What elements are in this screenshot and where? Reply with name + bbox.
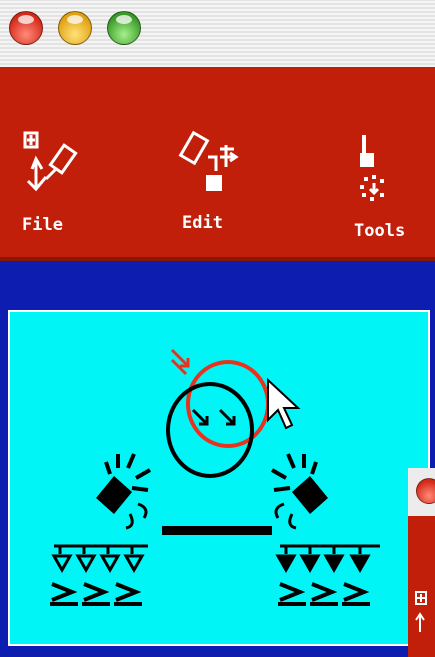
right-chevrons [278,582,370,606]
zoom-button[interactable] [107,11,141,45]
blue-band [0,261,435,305]
toolbar-label-file: File [22,215,63,235]
window-titlebar[interactable] [0,0,435,67]
close-button[interactable] [9,11,43,45]
toolbar-label-edit: Edit [182,213,223,233]
tools-icon [360,135,384,201]
left-hand-icon [96,453,151,530]
black-node-circle [166,382,254,478]
right-hand-icon [271,453,328,530]
toolbar-item-edit[interactable]: Edit [178,67,268,257]
minimize-button[interactable] [58,11,92,45]
right-arrow-row [275,544,380,574]
secondary-window-titlebar[interactable] [408,468,435,516]
canvas-frame [0,305,435,657]
diagram [50,348,380,606]
left-chevrons [50,582,142,606]
drawing-canvas[interactable] [8,310,430,646]
red-selection-circle [186,360,270,448]
double-arrow-icon [191,408,236,426]
file-icon [23,131,78,192]
left-arrow-row [51,544,148,574]
toolbar: File Edit Tools [0,67,435,261]
secondary-file-icon [415,591,427,632]
toolbar-label-tools: Tools [354,221,406,241]
edit-icon [178,130,239,191]
toolbar-item-tools[interactable]: Tools [350,67,435,257]
red-arrow-icon [170,348,190,376]
toolbar-item-file[interactable]: File [18,67,98,257]
mouse-pointer-icon [267,377,301,430]
connector-bar [162,526,272,535]
secondary-close-button[interactable] [416,478,435,504]
secondary-window[interactable] [408,468,435,657]
